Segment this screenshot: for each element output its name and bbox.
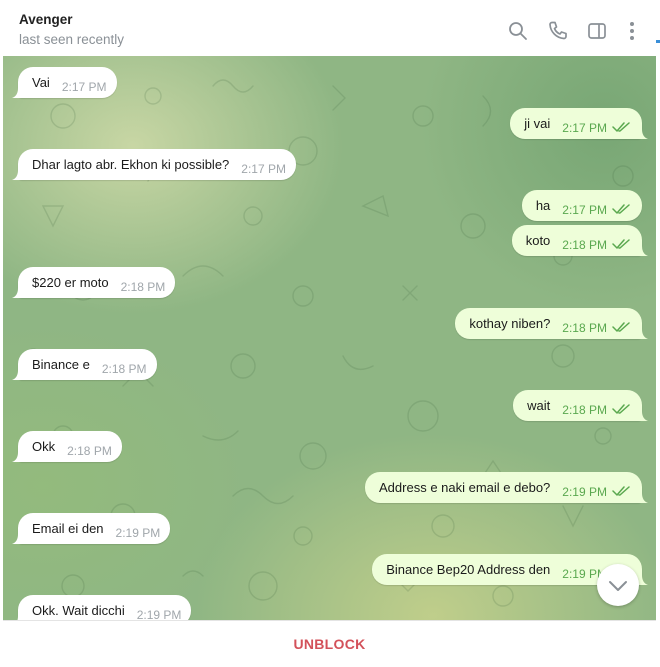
message-time: 2:17 PM xyxy=(241,162,286,176)
message-outgoing[interactable]: ha 2:17 PM xyxy=(521,190,642,221)
message-text: Email ei den xyxy=(32,521,104,536)
message-time: 2:17 PM xyxy=(562,121,607,135)
read-checkmarks-icon xyxy=(612,322,630,332)
message-text: Okk xyxy=(32,439,56,454)
search-icon[interactable] xyxy=(506,19,530,43)
message-incoming[interactable]: Email ei den 2:19 PM xyxy=(12,513,171,544)
phone-icon[interactable] xyxy=(546,19,570,43)
message-outgoing[interactable]: Address e naki email e debo? 2:19 PM xyxy=(365,472,648,503)
message-time: 2:19 PM xyxy=(136,608,182,620)
message-time: 2:19 PM xyxy=(562,485,607,499)
message-time: 2:18 PM xyxy=(67,444,112,458)
message-text: kothay niben? xyxy=(469,316,551,331)
message-text: Okk. Wait dicchi xyxy=(32,603,125,618)
message-incoming[interactable]: Okk 2:18 PM xyxy=(12,431,122,462)
message-outgoing[interactable]: kothay niben? 2:18 PM xyxy=(455,308,648,339)
message-time: 2:18 PM xyxy=(562,403,607,417)
message-time: 2:18 PM xyxy=(562,238,607,252)
chevron-down-icon xyxy=(609,581,627,591)
message-time: 2:19 PM xyxy=(115,526,161,540)
message-text: Binance e xyxy=(32,357,90,372)
message-time: 2:18 PM xyxy=(101,362,147,376)
chat-header: Avenger last seen recently xyxy=(3,3,656,56)
message-text: wait xyxy=(527,398,551,413)
read-checkmarks-icon xyxy=(612,404,630,414)
message-text: ji vai xyxy=(524,116,551,131)
contact-status: last seen recently xyxy=(19,32,125,47)
message-text: ha xyxy=(535,198,551,213)
message-list[interactable]: Vai 2:17 PM ji vai 2:17 PM Dhar lagto abr.… xyxy=(3,56,656,620)
contact-name[interactable]: Avenger xyxy=(19,12,73,27)
message-incoming[interactable]: Binance e 2:18 PM xyxy=(12,349,157,380)
unblock-button[interactable]: UNBLOCK xyxy=(3,621,656,667)
chat-footer: UNBLOCK xyxy=(3,620,656,667)
message-incoming[interactable]: Okk. Wait dicchi 2:19 PM xyxy=(17,595,192,620)
message-text: koto xyxy=(525,233,551,248)
message-incoming[interactable]: Dhar lagto abr. Ekhon ki possible? 2:17 P… xyxy=(12,149,296,180)
read-checkmarks-icon xyxy=(612,486,630,496)
more-vertical-icon[interactable] xyxy=(620,19,644,43)
read-checkmarks-icon xyxy=(612,239,630,249)
message-incoming[interactable]: $220 er moto 2:18 PM xyxy=(12,267,176,298)
message-text: Binance Bep20 Address den xyxy=(386,562,551,577)
scroll-to-bottom-button[interactable] xyxy=(597,564,639,606)
message-incoming[interactable]: Vai 2:17 PM xyxy=(12,67,117,98)
sidebar-toggle-icon[interactable] xyxy=(585,19,609,43)
message-outgoing[interactable]: koto 2:18 PM xyxy=(511,225,648,256)
read-checkmarks-icon xyxy=(612,122,630,132)
window-edge-accent xyxy=(656,40,660,43)
message-outgoing[interactable]: wait 2:18 PM xyxy=(513,390,648,421)
message-time: 2:18 PM xyxy=(120,280,166,294)
message-text: Vai xyxy=(32,75,50,90)
message-text: Address e naki email e debo? xyxy=(379,480,551,495)
message-time: 2:18 PM xyxy=(562,321,607,335)
message-time: 2:17 PM xyxy=(61,80,107,94)
message-text: $220 er moto xyxy=(32,275,109,290)
message-outgoing[interactable]: ji vai 2:17 PM xyxy=(510,108,648,139)
message-text: Dhar lagto abr. Ekhon ki possible? xyxy=(32,157,230,172)
message-time: 2:17 PM xyxy=(562,203,607,217)
read-checkmarks-icon xyxy=(612,204,630,214)
